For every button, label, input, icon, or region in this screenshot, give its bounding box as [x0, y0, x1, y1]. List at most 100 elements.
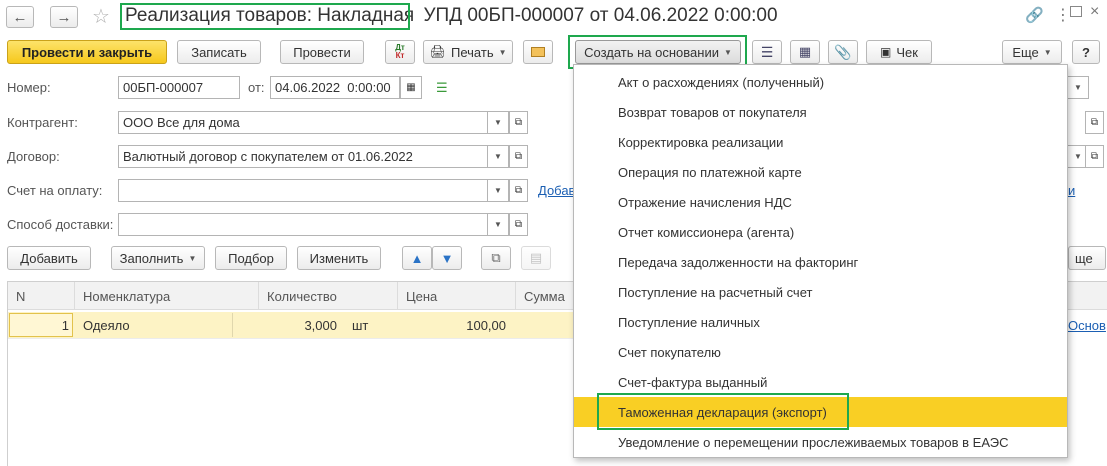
- dt-kt-button[interactable]: Дт Кт: [385, 40, 415, 64]
- forward-button[interactable]: →: [50, 6, 78, 28]
- post-and-close-button[interactable]: Провести и закрыть: [7, 40, 167, 64]
- right-open-button-1[interactable]: ⧉: [1085, 111, 1104, 134]
- invoice-input[interactable]: [118, 179, 488, 202]
- menu-item-cash-receipt[interactable]: Поступление наличных: [574, 307, 1067, 337]
- open-icon: ⧉: [1090, 151, 1099, 162]
- arrow-down-icon: ▼: [440, 250, 454, 266]
- save-button[interactable]: Записать: [177, 40, 261, 64]
- more-button[interactable]: Еще ▼: [1002, 40, 1062, 64]
- attach-button[interactable]: 📎: [828, 40, 858, 64]
- menu-item-customs-declaration[interactable]: Таможенная декларация (экспорт): [574, 397, 1067, 427]
- copy-row-button[interactable]: ⧉: [481, 246, 511, 270]
- dt-kt-icon: Дт Кт: [395, 43, 405, 60]
- print-label: Печать: [451, 44, 494, 60]
- table-more-label: ще: [1075, 250, 1093, 266]
- chevron-down-icon: ▼: [1074, 152, 1082, 161]
- contractor-input[interactable]: [118, 111, 488, 134]
- chevron-down-icon: ▼: [494, 152, 502, 161]
- menu-item-vat-accrual[interactable]: Отражение начисления НДС: [574, 187, 1067, 217]
- column-header-sum[interactable]: Сумма: [516, 282, 576, 310]
- menu-item-discrepancy-act[interactable]: Акт о расхождениях (полученный): [574, 67, 1067, 97]
- check-label: Чек: [896, 44, 918, 60]
- contractor-open-button[interactable]: ⧉: [509, 111, 528, 134]
- open-icon: ⧉: [1090, 117, 1099, 128]
- delivery-input[interactable]: [118, 213, 488, 236]
- add-row-button[interactable]: Добавить: [7, 246, 91, 270]
- status-icon: ☰: [436, 80, 448, 95]
- paste-icon: ▤: [529, 250, 543, 265]
- right-dropdown-1[interactable]: ▼: [1068, 76, 1089, 99]
- menu-item-bank-receipt[interactable]: Поступление на расчетный счет: [574, 277, 1067, 307]
- menu-item-card-payment[interactable]: Операция по платежной карте: [574, 157, 1067, 187]
- open-icon: ⧉: [514, 219, 523, 230]
- chevron-down-icon: ▼: [723, 47, 732, 57]
- invoice-dropdown[interactable]: ▼: [488, 179, 509, 202]
- cash-register-icon: ▣: [880, 45, 892, 59]
- contract-label: Договор:: [7, 149, 60, 164]
- print-button[interactable]: 🖨 Печать ▼: [423, 40, 513, 64]
- maximize-icon[interactable]: [1070, 6, 1082, 17]
- contract-input[interactable]: [118, 145, 488, 168]
- create-based-on-label: Создать на основании: [584, 44, 719, 60]
- menu-item-commission-report[interactable]: Отчет комиссионера (агента): [574, 217, 1067, 247]
- contract-dropdown[interactable]: ▼: [488, 145, 509, 168]
- hierarchy-button[interactable]: ▦: [790, 40, 820, 64]
- select-button[interactable]: Подбор: [215, 246, 287, 270]
- calendar-button[interactable]: ▦: [400, 76, 422, 99]
- back-button[interactable]: ←: [6, 6, 34, 28]
- item-cell-divider: [232, 313, 233, 337]
- arrow-right-icon: →: [56, 8, 72, 26]
- column-header-item[interactable]: Номенклатура: [75, 282, 259, 310]
- contractor-dropdown[interactable]: ▼: [488, 111, 509, 134]
- contract-open-button[interactable]: ⧉: [509, 145, 528, 168]
- move-down-button[interactable]: ▼: [432, 246, 462, 270]
- post-button[interactable]: Провести: [280, 40, 364, 64]
- chevron-down-icon: ▼: [1043, 47, 1052, 57]
- hierarchy-icon: ▦: [798, 44, 812, 59]
- column-header-qty[interactable]: Количество: [259, 282, 398, 310]
- menu-item-eaeu-notification[interactable]: Уведомление о перемещении прослеживаемых…: [574, 427, 1067, 457]
- delivery-dropdown[interactable]: ▼: [488, 213, 509, 236]
- row-basis-link[interactable]: Основ: [1068, 318, 1106, 333]
- right-link[interactable]: и: [1068, 183, 1075, 198]
- menu-item-customer-invoice[interactable]: Счет покупателю: [574, 337, 1067, 367]
- link-icon[interactable]: 🔗: [1025, 6, 1044, 24]
- right-open-button-2[interactable]: ⧉: [1085, 145, 1104, 168]
- invoice-open-button[interactable]: ⧉: [509, 179, 528, 202]
- help-button[interactable]: ?: [1072, 40, 1100, 64]
- paperclip-icon: 📎: [834, 43, 852, 60]
- delivery-open-button[interactable]: ⧉: [509, 213, 528, 236]
- date-input[interactable]: [270, 76, 400, 99]
- invoice-label: Счет на оплату:: [7, 183, 103, 198]
- paste-row-button[interactable]: ▤: [521, 246, 551, 270]
- column-header-n[interactable]: N: [8, 282, 75, 310]
- favorite-star-icon[interactable]: ☆: [92, 4, 110, 29]
- menu-item-return-goods[interactable]: Возврат товаров от покупателя: [574, 97, 1067, 127]
- column-header-price[interactable]: Цена: [398, 282, 516, 310]
- fill-label: Заполнить: [119, 250, 184, 266]
- number-input[interactable]: [118, 76, 240, 99]
- menu-item-factoring[interactable]: Передача задолженности на факторинг: [574, 247, 1067, 277]
- row-item: Одеяло: [83, 317, 130, 333]
- structure-button[interactable]: ☰: [752, 40, 782, 64]
- chevron-down-icon: ▼: [494, 118, 502, 127]
- row-qty: 3,000: [304, 317, 337, 333]
- create-based-on-button[interactable]: Создать на основании ▼: [575, 40, 741, 64]
- change-button[interactable]: Изменить: [297, 246, 381, 270]
- menu-item-vat-invoice-issued[interactable]: Счет-фактура выданный: [574, 367, 1067, 397]
- add-link[interactable]: Добав: [538, 183, 575, 198]
- menu-item-sales-correction[interactable]: Корректировка реализации: [574, 127, 1067, 157]
- table-more-button[interactable]: ще: [1068, 246, 1106, 270]
- close-icon[interactable]: ×: [1090, 3, 1099, 21]
- printer-icon: 🖨: [429, 44, 446, 59]
- list-icon: ☰: [760, 43, 774, 60]
- page-title-rest: УПД 00БП-000007 от 04.06.2022 0:00:00: [423, 5, 778, 26]
- open-icon: ⧉: [514, 185, 523, 196]
- more-vert-icon[interactable]: ⋮: [1055, 5, 1071, 25]
- fill-button[interactable]: Заполнить ▼: [111, 246, 205, 270]
- check-button[interactable]: ▣ Чек: [866, 40, 932, 64]
- chevron-down-icon: ▼: [498, 47, 507, 57]
- email-button[interactable]: [523, 40, 553, 64]
- chevron-down-icon: ▼: [494, 186, 502, 195]
- move-up-button[interactable]: ▲: [402, 246, 432, 270]
